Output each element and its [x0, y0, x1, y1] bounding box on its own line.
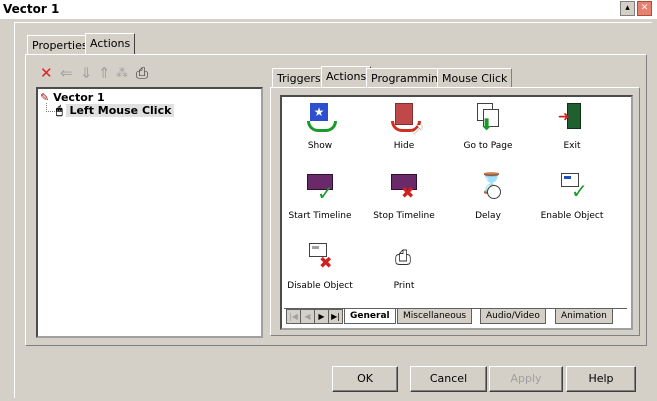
tab-mouse-click[interactable]: Mouse Click — [437, 68, 513, 88]
tab-miscellaneous[interactable]: Miscellaneous — [397, 309, 473, 324]
last-tab-button[interactable]: ▶| — [328, 309, 343, 324]
actions-tab-panel: ★ Show ➚ Hide ⬇ Go to Page ➜ Exit ✓ Star… — [270, 87, 640, 336]
window-title: Vector 1 — [3, 2, 60, 16]
action-disable-object[interactable]: ✖ Disable Object — [278, 241, 362, 307]
tab-triggers[interactable]: Triggers — [272, 68, 326, 88]
arrow-up-icon[interactable]: ⇑ — [98, 65, 111, 81]
apply-button[interactable]: Apply — [489, 366, 563, 392]
tree-node-root[interactable]: ✎ Vector 1 — [40, 91, 105, 104]
action-go-to-page[interactable]: ⬇ Go to Page — [446, 101, 530, 167]
action-enable-object[interactable]: ✓ Enable Object — [530, 171, 614, 237]
go-to-page-icon: ⬇ — [471, 101, 505, 135]
disable-object-icon: ✖ — [303, 241, 337, 275]
delay-icon: ⌛ — [471, 171, 505, 205]
printer-icon[interactable]: ⎙ — [136, 65, 148, 81]
close-button[interactable]: ✕ — [637, 1, 652, 16]
delete-icon[interactable]: ✕ — [40, 65, 53, 81]
ok-button[interactable]: OK — [332, 366, 398, 392]
exit-icon: ➜ — [555, 101, 589, 135]
hide-icon: ➚ — [387, 101, 424, 138]
print-icon: ⎙ — [395, 245, 411, 269]
action-stop-timeline[interactable]: ✖ Stop Timeline — [362, 171, 446, 237]
cancel-button[interactable]: Cancel — [410, 366, 487, 392]
action-hide[interactable]: ➚ Hide — [362, 101, 446, 167]
mouse-icon: 🖱 — [56, 104, 63, 117]
actions-panel: ✕ ⇐ ⇓ ⇑ ⁂ ⎙ ✎ Vector 1 🖱 Left Mouse Clic… — [25, 54, 647, 346]
start-timeline-icon: ✓ — [303, 171, 337, 205]
tree-node-left-mouse-click[interactable]: 🖱 Left Mouse Click — [56, 104, 175, 118]
binoculars-icon[interactable]: ⁂ — [116, 65, 128, 81]
tab-inner-actions[interactable]: Actions — [321, 66, 372, 88]
show-icon: ★ — [303, 101, 337, 135]
help-button[interactable]: Help — [566, 366, 636, 392]
title-bar: Vector 1 ▴ ✕ — [0, 0, 657, 20]
arrow-left-icon[interactable]: ⇐ — [60, 65, 73, 81]
tab-actions[interactable]: Actions — [85, 33, 136, 55]
tab-properties[interactable]: Properties — [27, 35, 93, 55]
action-tree: ✎ Vector 1 🖱 Left Mouse Click — [36, 87, 263, 338]
stop-timeline-icon: ✖ — [387, 171, 421, 205]
toolbar: ✕ ⇐ ⇓ ⇑ ⁂ ⎙ — [40, 65, 170, 83]
action-print[interactable]: ⎙ Print — [362, 241, 446, 307]
action-delay[interactable]: ⌛ Delay — [446, 171, 530, 237]
category-tab-bar: |◀ ◀ ▶ ▶| General Miscellaneous Audio/Vi… — [284, 308, 627, 325]
action-exit[interactable]: ➜ Exit — [530, 101, 614, 167]
tab-general[interactable]: General — [344, 309, 396, 324]
first-tab-button[interactable]: |◀ — [286, 309, 301, 324]
arrow-down-icon[interactable]: ⇓ — [80, 65, 93, 81]
enable-object-icon: ✓ — [555, 171, 589, 205]
action-show[interactable]: ★ Show — [278, 101, 362, 167]
prev-tab-button[interactable]: ◀ — [300, 309, 315, 324]
tab-animation[interactable]: Animation — [555, 309, 613, 324]
tab-audio-video[interactable]: Audio/Video — [480, 309, 546, 324]
dialog-frame: Properties Actions ✕ ⇐ ⇓ ⇑ ⁂ ⎙ ✎ Vector … — [14, 22, 652, 398]
action-start-timeline[interactable]: ✓ Start Timeline — [278, 171, 362, 237]
action-icons-pane: ★ Show ➚ Hide ⬇ Go to Page ➜ Exit ✓ Star… — [280, 95, 633, 330]
next-tab-button[interactable]: ▶ — [314, 309, 329, 324]
minimize-button[interactable]: ▴ — [620, 1, 635, 16]
tree-connector — [46, 111, 55, 113]
